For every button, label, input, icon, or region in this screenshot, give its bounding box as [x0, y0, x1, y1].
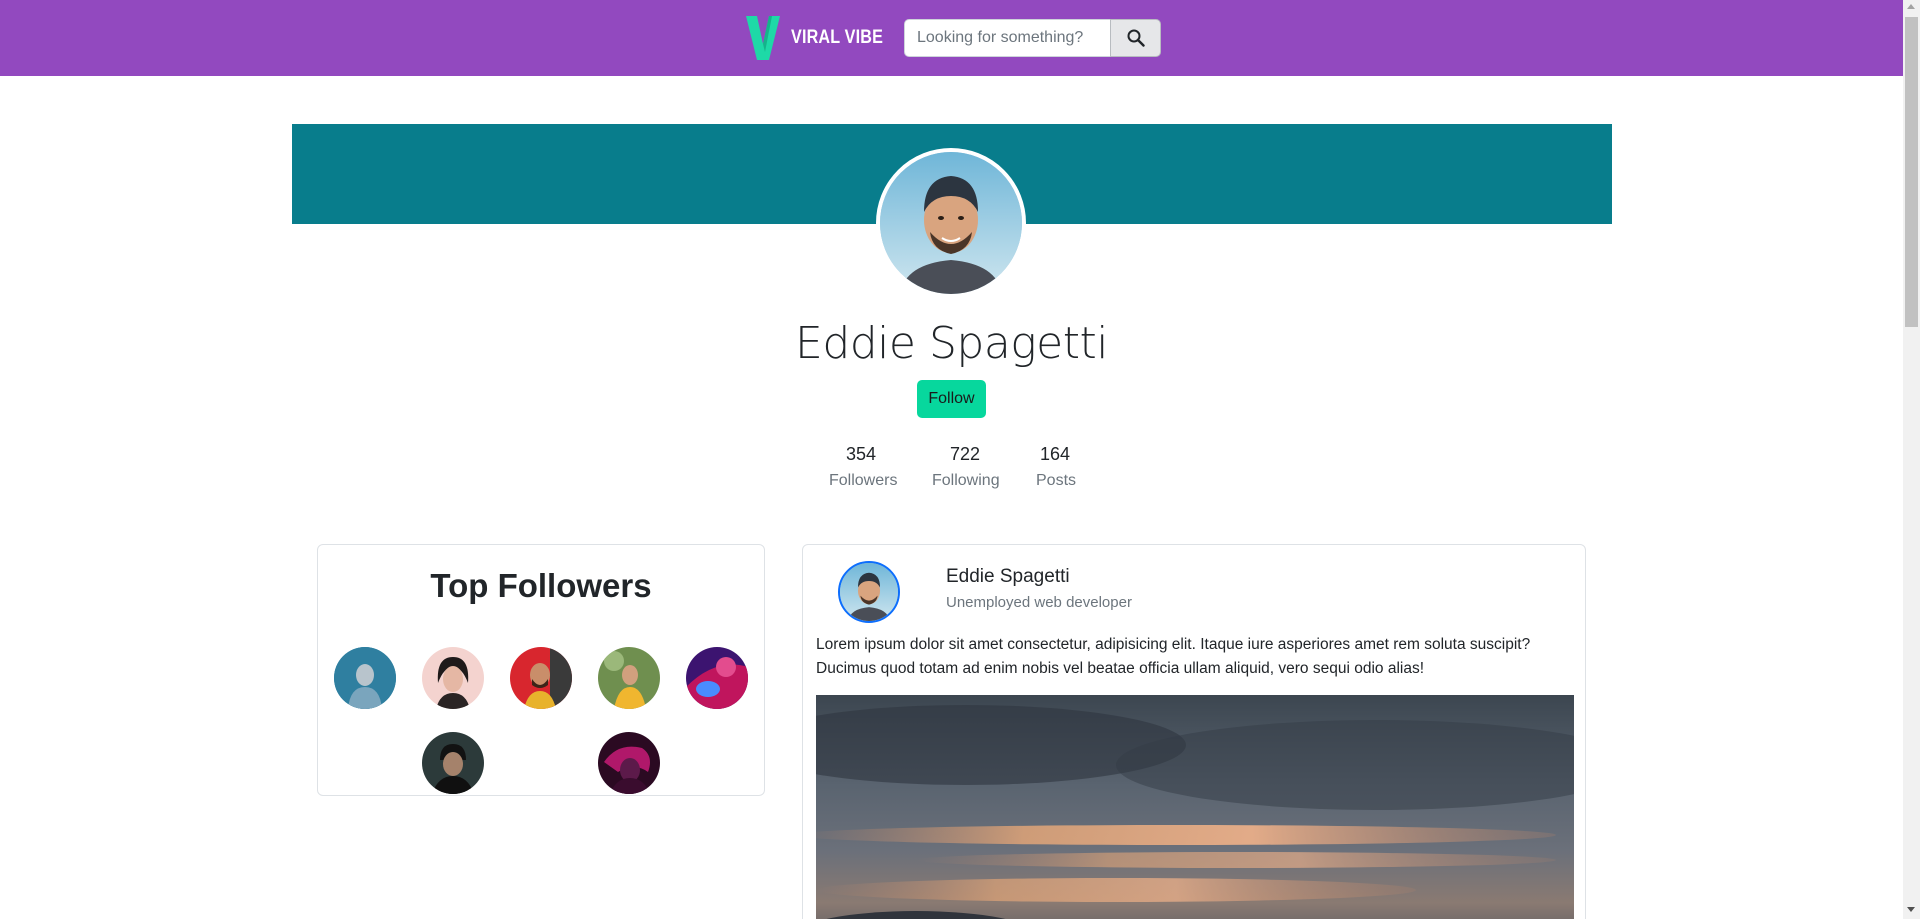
stat-posts[interactable]: 164 Posts: [1036, 444, 1077, 490]
post-image-sunset: [816, 695, 1574, 919]
post-author-avatar[interactable]: [838, 561, 900, 623]
brand[interactable]: VIRAL VIBE: [746, 16, 899, 60]
follower-avatar[interactable]: [422, 732, 484, 794]
post-author-photo: [840, 563, 898, 621]
profile-name: Eddie Spagetti: [795, 318, 1108, 369]
top-followers-card: Top Followers: [317, 544, 765, 796]
follower-photo: [686, 647, 748, 709]
stat-value: 354: [845, 444, 877, 464]
follower-avatar[interactable]: [422, 647, 484, 709]
page-scrollbar[interactable]: [1903, 0, 1920, 919]
navbar: VIRAL VIBE: [0, 0, 1903, 76]
post-body: Lorem ipsum dolor sit amet consectetur, …: [816, 636, 1531, 677]
stat-value: 164: [1039, 444, 1071, 464]
follower-photo: [422, 647, 484, 709]
post-author-name[interactable]: Eddie Spagetti: [946, 566, 1070, 588]
profile-avatar-image: [880, 152, 1022, 294]
follower-photo: [334, 647, 396, 709]
search-input[interactable]: [904, 19, 1110, 57]
profile-avatar: [876, 148, 1026, 298]
scroll-down-arrow-icon[interactable]: [1907, 907, 1915, 912]
follower-photo: [598, 647, 660, 709]
follow-button[interactable]: Follow: [917, 380, 986, 418]
search-icon: [1127, 29, 1145, 47]
scroll-up-arrow-icon[interactable]: [1907, 4, 1915, 9]
follower-avatar[interactable]: [510, 647, 572, 709]
post-card: Eddie Spagetti Unemployed web developer …: [802, 544, 1586, 919]
follower-photo: [598, 732, 660, 794]
follower-avatar[interactable]: [686, 647, 748, 709]
stat-label: Posts: [1036, 472, 1077, 489]
stat-following[interactable]: 722 Following: [932, 444, 1000, 490]
stat-label: Followers: [829, 472, 898, 489]
scroll-thumb[interactable]: [1905, 17, 1918, 327]
post-author-subtitle: Unemployed web developer: [946, 594, 1132, 611]
follower-avatar[interactable]: [598, 732, 660, 794]
follower-avatar[interactable]: [334, 647, 396, 709]
follower-avatar[interactable]: [598, 647, 660, 709]
stat-label: Following: [932, 472, 1000, 489]
brand-logo-icon: [746, 16, 780, 60]
post-image[interactable]: [816, 695, 1574, 919]
stat-value: 722: [949, 444, 981, 464]
top-followers-title: Top Followers: [430, 567, 652, 604]
search-button[interactable]: [1110, 19, 1161, 57]
follower-photo: [510, 647, 572, 709]
stat-followers[interactable]: 354 Followers: [829, 444, 898, 490]
follower-photo: [422, 732, 484, 794]
brand-name: VIRAL VIBE: [791, 27, 884, 48]
